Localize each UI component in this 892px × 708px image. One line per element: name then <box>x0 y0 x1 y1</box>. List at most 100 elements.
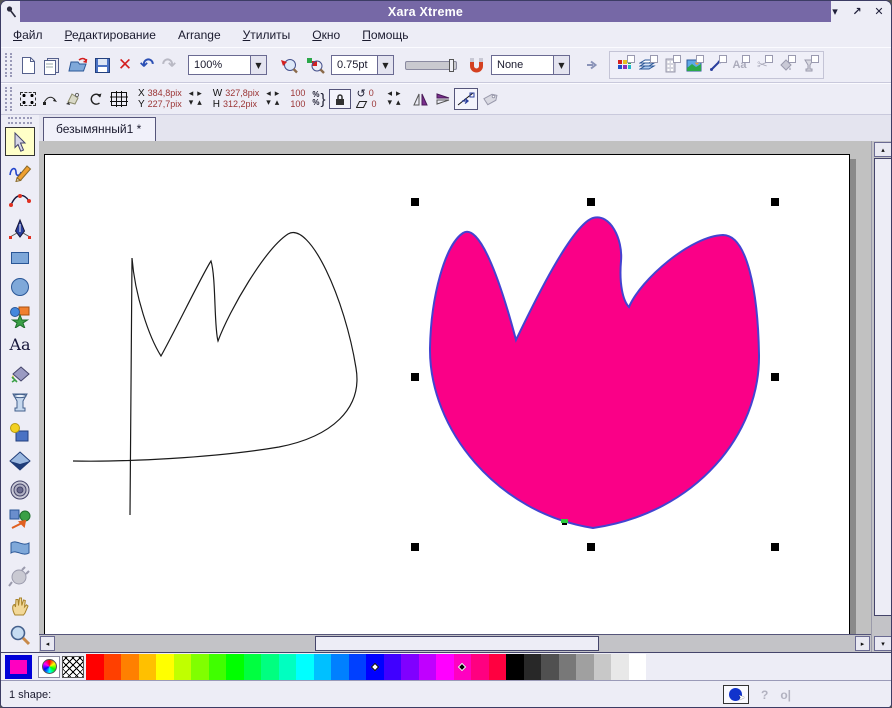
height-field[interactable]: 312,2pix <box>223 99 257 110</box>
scale-width-field[interactable]: 100 <box>290 88 305 99</box>
palette-swatch[interactable] <box>576 653 594 680</box>
fill-style-value[interactable]: None <box>491 55 553 75</box>
canvas-viewport[interactable] <box>39 141 871 641</box>
menu-arrange[interactable]: Arrange <box>178 28 221 42</box>
zoom-dropdown-button[interactable]: ▼ <box>250 55 267 75</box>
bevel-tool[interactable] <box>5 446 35 475</box>
window-pin-button[interactable] <box>3 3 19 20</box>
flip-horizontal-button[interactable] <box>409 86 432 112</box>
infobar-drag-handle[interactable] <box>5 87 12 111</box>
palette-swatch[interactable] <box>331 653 349 680</box>
window-close-button[interactable]: ✕ <box>871 4 887 20</box>
palette-swatch[interactable] <box>296 653 314 680</box>
transform-origin-button[interactable] <box>106 86 132 112</box>
selection-handle[interactable] <box>587 543 595 551</box>
palette-swatch[interactable] <box>418 653 436 680</box>
mould-tool[interactable] <box>5 533 35 562</box>
color-gallery-button[interactable] <box>615 55 635 74</box>
frame-gallery-button[interactable] <box>661 55 681 74</box>
line-width-dropdown-button[interactable]: ▼ <box>377 55 394 75</box>
current-color-indicator[interactable] <box>5 654 32 679</box>
horizontal-scroll-thumb[interactable] <box>315 636 599 651</box>
menu-help[interactable]: Помощь <box>362 28 408 42</box>
menu-utilities[interactable]: Утилиты <box>243 28 291 42</box>
document-tab[interactable]: безымянный1 * <box>43 117 157 141</box>
shape-editor-tool[interactable] <box>5 185 35 214</box>
skew-icon[interactable] <box>356 100 368 109</box>
rotate-field[interactable]: 0 <box>369 88 374 99</box>
layer-gallery-button[interactable] <box>638 55 658 74</box>
transparency-gallery-button[interactable] <box>799 55 819 74</box>
palette-swatch[interactable] <box>261 653 279 680</box>
size-nudge-buttons[interactable]: ◂▸ ▾▴ <box>266 90 283 108</box>
push-tool[interactable] <box>5 591 35 620</box>
rectangle-tool[interactable] <box>5 243 35 272</box>
ellipse-tool[interactable] <box>5 272 35 301</box>
menu-edit[interactable]: Редактирование <box>65 28 156 42</box>
palette-swatch[interactable] <box>278 653 296 680</box>
title-bar-band[interactable]: Xara Xtreme <box>20 1 831 22</box>
scroll-right-button[interactable]: ▸ <box>855 636 870 651</box>
menu-window[interactable]: Окно <box>312 28 340 42</box>
vertical-scroll-thumb[interactable] <box>874 158 891 616</box>
window-shade-button[interactable]: ▾ <box>827 4 843 20</box>
contour-tool[interactable] <box>5 475 35 504</box>
palette-swatch[interactable] <box>488 653 506 680</box>
palette-swatch[interactable] <box>471 653 489 680</box>
palette-swatch[interactable] <box>156 653 174 680</box>
new-document-button[interactable] <box>17 52 39 78</box>
rotate-skew-nudge-buttons[interactable]: ◂▸ ▾▴ <box>388 90 405 108</box>
scroll-up-button[interactable]: ▴ <box>874 142 891 157</box>
toolbox-drag-handle[interactable] <box>8 117 32 124</box>
open-button[interactable] <box>64 52 91 78</box>
fill-tool[interactable] <box>5 359 35 388</box>
palette-swatch[interactable] <box>506 653 524 680</box>
feather-slider[interactable] <box>405 58 457 72</box>
palette-swatch[interactable] <box>313 653 331 680</box>
scroll-down-button[interactable]: ▾ <box>874 636 891 651</box>
window-maximize-button[interactable]: ↗ <box>849 4 865 20</box>
x-position-field[interactable]: 384,8pix <box>148 88 182 99</box>
transparency-tool[interactable] <box>5 388 35 417</box>
palette-swatch[interactable] <box>593 653 611 680</box>
save-button[interactable] <box>91 52 114 78</box>
freehand-tool[interactable] <box>5 156 35 185</box>
color-editor-button[interactable] <box>38 655 60 678</box>
palette-swatch[interactable] <box>348 653 366 680</box>
live-effects-tool[interactable] <box>5 562 35 591</box>
text-tool[interactable]: Aa <box>5 330 35 359</box>
scale-height-field[interactable]: 100 <box>290 99 305 110</box>
apply-transform-button[interactable] <box>61 86 84 112</box>
skew-field[interactable]: 0 <box>371 99 376 110</box>
palette-swatch[interactable] <box>401 653 419 680</box>
selection-handle[interactable] <box>587 198 595 206</box>
palette-swatch[interactable] <box>628 653 646 680</box>
vertical-scrollbar[interactable]: ▴ ▾ <box>871 141 891 652</box>
live-drag-indicator[interactable]: ➤ <box>722 685 749 704</box>
print-button[interactable] <box>39 52 64 78</box>
lock-aspect-button[interactable] <box>329 89 352 109</box>
line-gallery-button[interactable] <box>707 55 727 74</box>
selection-handle[interactable] <box>411 373 419 381</box>
palette-swatch[interactable] <box>121 653 139 680</box>
pen-tool[interactable] <box>5 214 35 243</box>
palette-swatch[interactable] <box>86 653 104 680</box>
fill-gallery-button[interactable] <box>776 55 796 74</box>
position-nudge-buttons[interactable]: ◂▸ ▾▴ <box>189 90 206 108</box>
no-color-swatch[interactable] <box>62 655 84 678</box>
show-bounds-button[interactable] <box>17 86 39 112</box>
palette-swatch[interactable] <box>383 653 401 680</box>
bitmap-gallery-button[interactable] <box>684 55 704 74</box>
selection-handle[interactable] <box>411 198 419 206</box>
selection-handle[interactable] <box>771 543 779 551</box>
width-field[interactable]: 327,8pix <box>225 88 259 99</box>
palette-swatch[interactable] <box>436 653 454 680</box>
toolbar-drag-handle[interactable] <box>5 53 12 77</box>
palette-swatch[interactable] <box>103 653 121 680</box>
name-tag-button[interactable] <box>478 86 502 112</box>
quickshape-tool[interactable] <box>5 301 35 330</box>
redo-button[interactable]: ↷ <box>158 52 180 78</box>
export-arrow-button[interactable] <box>581 52 603 78</box>
palette-swatch[interactable] <box>453 653 471 680</box>
zoom-value[interactable]: 100% <box>188 55 250 75</box>
